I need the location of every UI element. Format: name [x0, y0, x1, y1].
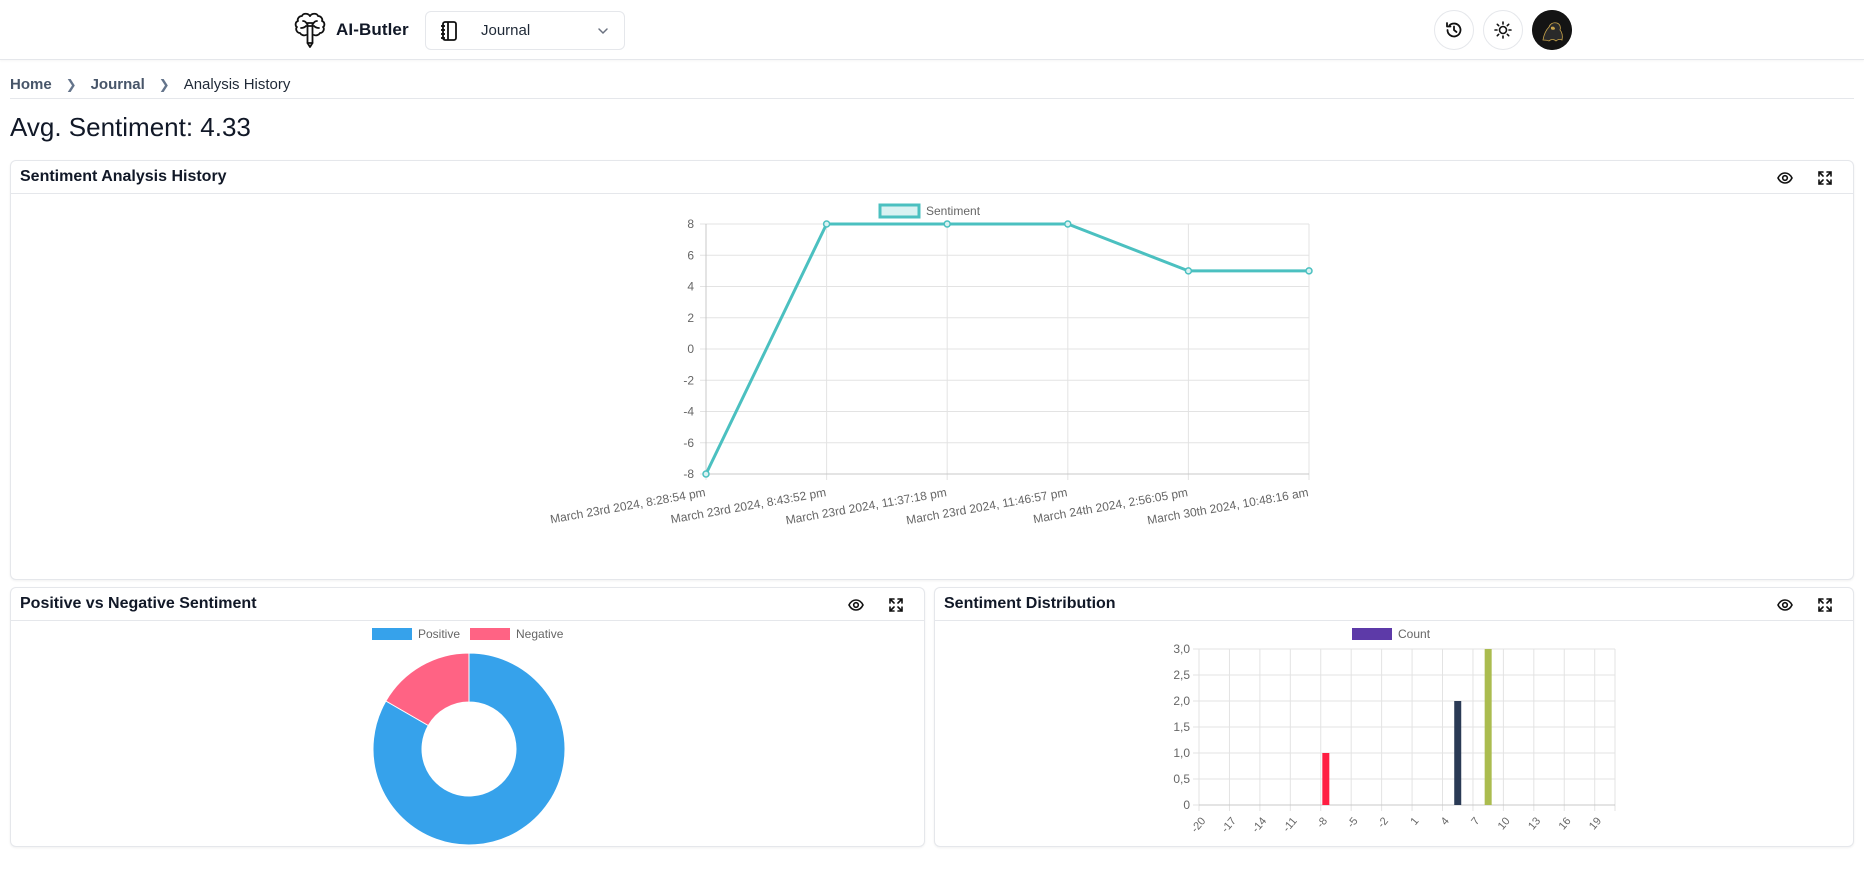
- y-tick-label: 3,0: [1173, 642, 1190, 656]
- notebook-icon: [441, 20, 457, 41]
- card-title: Sentiment Distribution: [944, 595, 1116, 612]
- sentiment-distribution-bar-chart: Count 3,0 2,5 2,0 1,5 1,0 0,5 0 -20 -17 -14 -11 -8 -5…: [1173, 627, 1616, 835]
- card-title: Sentiment Analysis History: [20, 168, 227, 185]
- brand[interactable]: AI-Butler: [294, 11, 409, 49]
- x-tick-label: -5: [1345, 815, 1360, 830]
- chevron-right-icon: ❯: [158, 76, 170, 92]
- expand-icon[interactable]: [1815, 595, 1835, 615]
- divider: [10, 98, 1854, 99]
- data-point: [822, 220, 831, 228]
- bar-sentiment--8: [1322, 753, 1330, 805]
- y-tick-label: 2,5: [1173, 668, 1190, 682]
- sun-icon: [1494, 21, 1512, 39]
- legend-label-sentiment: Sentiment: [926, 204, 981, 218]
- y-tick-label: -8: [683, 467, 694, 481]
- sentiment-line-chart: Sentiment86420-2-4-6-8March 23rd 2024, 8…: [549, 203, 1313, 527]
- expand-icon[interactable]: [1815, 168, 1835, 188]
- theme-toggle-button[interactable]: [1483, 10, 1523, 50]
- card-title: Positive vs Negative Sentiment: [20, 595, 257, 612]
- legend-swatch-sentiment: [878, 203, 921, 219]
- positive-negative-card: Positive vs Negative Sentiment Positive N…: [10, 587, 925, 847]
- chevron-down-icon: [598, 27, 608, 34]
- journal-select-value: Journal: [481, 22, 531, 39]
- x-tick-label: 7: [1469, 815, 1482, 827]
- history-icon: [1446, 22, 1462, 38]
- x-tick-label: -14: [1250, 815, 1269, 835]
- bar-sentiment-5: [1454, 701, 1462, 805]
- eye-icon[interactable]: [1775, 595, 1795, 615]
- breadcrumb-current: Analysis History: [183, 76, 291, 93]
- history-button[interactable]: [1434, 10, 1474, 50]
- positive-negative-donut-chart: Positive Negative: [372, 627, 566, 846]
- legend-swatch-negative: [470, 628, 510, 640]
- x-tick-label: 10: [1496, 815, 1513, 832]
- avatar-image: [1532, 10, 1572, 50]
- bar-sentiment-8: [1484, 649, 1492, 805]
- expand-icon[interactable]: [886, 595, 906, 615]
- breadcrumb-home[interactable]: Home: [10, 76, 52, 93]
- y-tick-label: 2,0: [1173, 694, 1190, 708]
- sentiment-distribution-card: Sentiment Distribution Count 3,0 2,5 2,0 1,5…: [934, 587, 1854, 847]
- x-tick-label: -17: [1219, 815, 1238, 835]
- y-tick-label: 2: [687, 311, 694, 325]
- legend-label-negative: Negative: [516, 627, 564, 641]
- x-tick-label: 4: [1439, 815, 1452, 827]
- x-tick-label: 16: [1557, 815, 1574, 832]
- eye-icon[interactable]: [1775, 168, 1795, 188]
- user-avatar[interactable]: [1532, 10, 1572, 50]
- brain-pencil-icon: [294, 12, 326, 48]
- x-tick-label: -20: [1189, 815, 1208, 835]
- x-tick-label: 19: [1587, 815, 1604, 832]
- y-tick-label: -2: [683, 373, 694, 387]
- journal-select[interactable]: Journal: [425, 11, 625, 50]
- x-tick-label: -2: [1376, 815, 1391, 830]
- y-tick-label: -6: [683, 436, 694, 450]
- y-tick-label: -4: [683, 405, 694, 419]
- legend-swatch-positive: [372, 628, 412, 640]
- y-tick-label: 8: [687, 217, 694, 231]
- breadcrumb-journal[interactable]: Journal: [91, 76, 145, 93]
- x-tick-label: -8: [1315, 815, 1330, 830]
- x-tick-label: 1: [1408, 815, 1421, 827]
- eye-icon[interactable]: [846, 595, 866, 615]
- x-tick-label: 13: [1526, 815, 1543, 832]
- y-tick-label: 6: [687, 248, 694, 262]
- y-tick-label: 4: [687, 280, 694, 294]
- app-name: AI-Butler: [336, 20, 409, 39]
- chevron-right-icon: ❯: [65, 76, 77, 92]
- y-tick-label: 0: [1183, 798, 1190, 812]
- y-tick-label: 0: [687, 342, 694, 356]
- page-title: Avg. Sentiment: 4.33: [10, 112, 251, 142]
- data-point: [1184, 267, 1193, 275]
- data-point: [1064, 220, 1072, 228]
- top-navbar: AI-Butler Journal: [0, 0, 1864, 60]
- data-point: [702, 470, 710, 478]
- legend-label-positive: Positive: [418, 627, 460, 641]
- x-tick-label: -11: [1281, 815, 1300, 834]
- data-point: [943, 220, 951, 228]
- y-tick-label: 1,5: [1173, 720, 1190, 734]
- sentiment-history-card: Sentiment Analysis History Sentiment 8 6 4 2…: [10, 160, 1854, 580]
- breadcrumb: Home ❯ Journal ❯ Analysis History: [10, 76, 290, 93]
- legend-swatch-count: [1352, 628, 1392, 640]
- legend-label-count: Count: [1398, 627, 1431, 641]
- data-point: [1305, 267, 1313, 275]
- y-tick-label: 1,0: [1173, 746, 1190, 760]
- y-tick-label: 0,5: [1173, 772, 1190, 786]
